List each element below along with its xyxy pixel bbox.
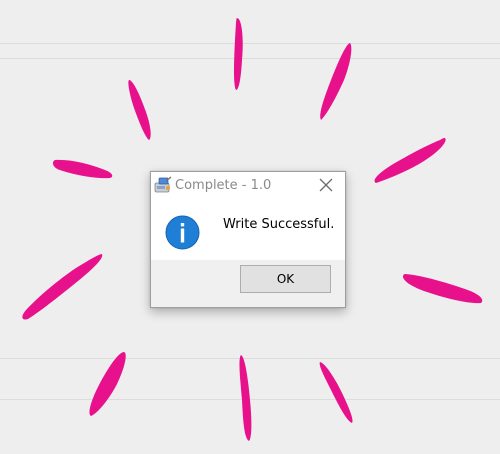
app-disk-icon — [154, 176, 172, 193]
info-icon — [165, 215, 200, 250]
burst-stroke-bottom-left — [89, 352, 126, 416]
dialog-title: Complete - 1.0 — [175, 178, 272, 193]
ok-button[interactable]: OK — [240, 265, 331, 293]
dialog-message: Write Successful. — [223, 217, 335, 232]
burst-stroke-left-upper — [52, 159, 113, 179]
burst-stroke-top — [234, 18, 243, 90]
dialog-content: Write Successful. — [151, 199, 345, 260]
burst-stroke-right-upper — [374, 138, 446, 183]
burst-stroke-top-right — [320, 43, 352, 120]
burst-stroke-bottom — [239, 355, 252, 441]
dialog-titlebar[interactable]: Complete - 1.0 — [151, 172, 345, 199]
burst-stroke-right-lower — [403, 274, 483, 304]
burst-stroke-bottom-right — [319, 362, 353, 423]
close-icon[interactable] — [317, 176, 335, 194]
message-dialog: Complete - 1.0 Write Successful. OK — [150, 171, 346, 308]
burst-stroke-top-left — [128, 80, 151, 140]
burst-stroke-left-lower — [22, 254, 103, 320]
dialog-footer: OK — [151, 260, 345, 307]
